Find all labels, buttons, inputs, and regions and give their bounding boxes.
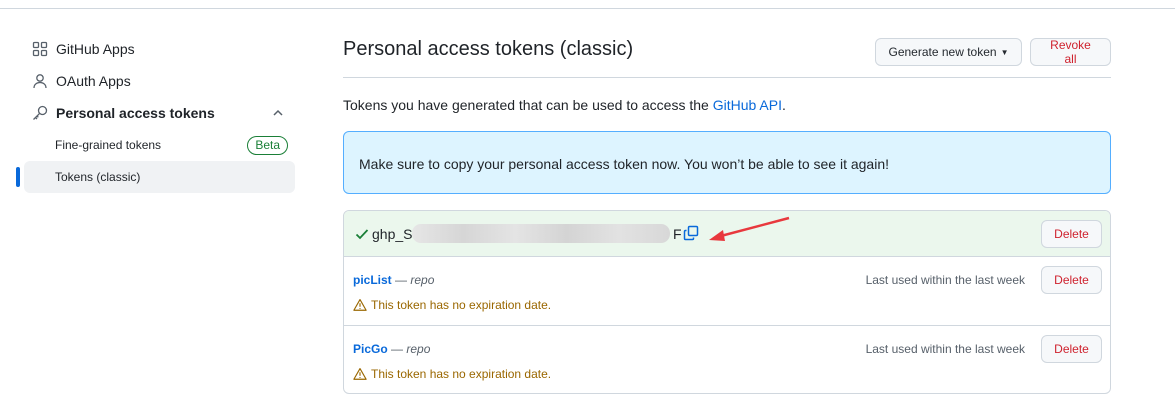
sidebar-subitem-fine-grained-tokens[interactable]: Fine-grained tokens Beta: [16, 129, 296, 161]
token-name-link[interactable]: PicGo: [353, 342, 388, 356]
token-row: PicGo — repo This token has no expiratio…: [344, 326, 1110, 393]
sidebar-item-personal-access-tokens[interactable]: Personal access tokens: [16, 97, 296, 129]
intro-text-body: Tokens you have generated that can be us…: [343, 97, 713, 113]
last-used-text: Last used within the last week: [865, 273, 1025, 287]
chevron-up-icon[interactable]: [270, 105, 286, 121]
token-title: picList — repo: [353, 273, 434, 287]
page-header: Personal access tokens (classic) Generat…: [343, 30, 1111, 78]
alert-icon: [353, 299, 367, 311]
generate-new-token-label: Generate new token: [888, 45, 997, 59]
token-list: ghp_S F Delete picList — repo This token…: [343, 210, 1111, 394]
generate-new-token-button[interactable]: Generate new token ▼: [875, 38, 1022, 66]
apps-grid-icon: [32, 41, 48, 57]
token-row: picList — repo This token has no expirat…: [344, 257, 1110, 326]
token-value-redacted: [412, 224, 670, 243]
token-scope: repo: [410, 273, 435, 287]
sidebar-item-github-apps[interactable]: GitHub Apps: [16, 33, 296, 65]
sidebar-item-label: OAuth Apps: [56, 73, 131, 89]
annotation-arrow-icon: [709, 216, 790, 241]
revoke-all-button[interactable]: Revoke all: [1030, 38, 1111, 66]
key-icon: [32, 105, 48, 121]
settings-sidebar: GitHub Apps OAuth Apps Personal access t…: [16, 33, 296, 193]
delete-new-token-button[interactable]: Delete: [1041, 220, 1102, 248]
sidebar-item-label: GitHub Apps: [56, 41, 135, 57]
copy-token-notice-text: Make sure to copy your personal access t…: [359, 156, 889, 172]
page-title: Personal access tokens (classic): [343, 38, 634, 60]
copy-icon[interactable]: [683, 225, 699, 241]
token-title: PicGo — repo: [353, 342, 430, 356]
intro-text-end: .: [781, 97, 786, 113]
sidebar-item-label: Personal access tokens: [56, 105, 215, 121]
new-token-row: ghp_S F Delete: [344, 211, 1110, 257]
check-icon: [354, 226, 370, 242]
delete-token-button[interactable]: Delete: [1041, 335, 1102, 363]
token-scope: repo: [406, 342, 431, 356]
expiration-warning: This token has no expiration date.: [353, 298, 551, 312]
token-value-prefix: ghp_S: [372, 226, 413, 242]
sidebar-subitem-label: Fine-grained tokens: [55, 138, 162, 152]
token-separator: —: [391, 273, 411, 287]
intro-text: Tokens you have generated that can be us…: [343, 97, 786, 113]
sidebar-subitem-label: Tokens (classic): [55, 170, 141, 184]
alert-icon: [353, 368, 367, 380]
top-divider: [0, 8, 1175, 9]
expiration-warning-text: This token has no expiration date.: [371, 298, 552, 312]
expiration-warning-text: This token has no expiration date.: [371, 367, 552, 381]
token-name-link[interactable]: picList: [353, 273, 392, 287]
beta-badge: Beta: [247, 136, 288, 155]
expiration-warning: This token has no expiration date.: [353, 367, 551, 381]
delete-token-button[interactable]: Delete: [1041, 266, 1102, 294]
token-value-suffix: F: [673, 226, 682, 242]
token-separator: —: [387, 342, 407, 356]
sidebar-subitem-tokens-classic[interactable]: Tokens (classic): [16, 161, 295, 193]
github-api-link[interactable]: GitHub API: [713, 97, 782, 113]
main-content: Personal access tokens (classic) Generat…: [343, 30, 1111, 394]
copy-token-notice: Make sure to copy your personal access t…: [343, 131, 1111, 194]
person-icon: [32, 73, 48, 89]
caret-down-icon: ▼: [1000, 47, 1009, 57]
last-used-text: Last used within the last week: [865, 342, 1025, 356]
sidebar-item-oauth-apps[interactable]: OAuth Apps: [16, 65, 296, 97]
active-indicator: [16, 167, 20, 187]
